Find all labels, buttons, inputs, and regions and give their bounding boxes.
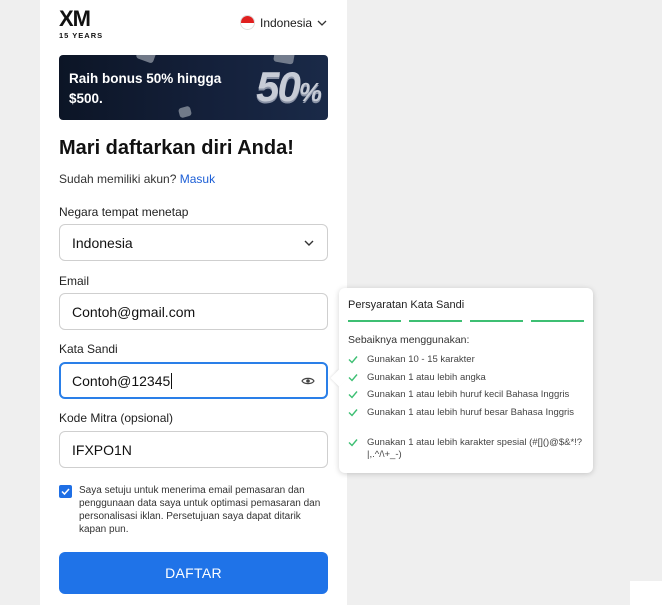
requirement-item: Gunakan 1 atau lebih karakter spesial (#… bbox=[348, 437, 586, 461]
password-requirements-popover: Persyaratan Kata Sandi Sebaiknya menggun… bbox=[330, 288, 593, 473]
email-field[interactable]: Contoh@gmail.com bbox=[59, 293, 328, 330]
strength-bar bbox=[470, 320, 523, 322]
check-icon bbox=[348, 391, 358, 399]
consent-checkbox[interactable] bbox=[59, 485, 72, 498]
login-link[interactable]: Masuk bbox=[180, 172, 215, 186]
consent-text: Saya setuju untuk menerima email pemasar… bbox=[79, 485, 321, 535]
chevron-down-icon bbox=[317, 20, 327, 26]
indonesia-flag-icon bbox=[240, 15, 255, 30]
password-strength-meter bbox=[348, 320, 584, 322]
partner-code-value: IFXPO1N bbox=[72, 441, 132, 458]
login-prompt: Sudah memiliki akun? Masuk bbox=[59, 172, 216, 186]
strength-bar bbox=[531, 320, 584, 322]
requirement-item: Gunakan 1 atau lebih huruf kecil Bahasa … bbox=[348, 389, 586, 401]
page-background-corner bbox=[630, 581, 662, 605]
check-icon bbox=[61, 488, 70, 496]
email-value: Contoh@gmail.com bbox=[72, 303, 196, 320]
partner-code-field[interactable]: IFXPO1N bbox=[59, 431, 328, 468]
language-selector[interactable]: Indonesia bbox=[240, 15, 327, 30]
register-button[interactable]: DAFTAR bbox=[59, 552, 328, 594]
bonus-banner[interactable]: Raih bonus 50% hingga $500. 50% bbox=[59, 55, 328, 120]
popover-title: Persyaratan Kata Sandi bbox=[348, 299, 465, 311]
eye-icon[interactable] bbox=[301, 376, 315, 386]
coin-decoration bbox=[135, 55, 157, 64]
page-title: Mari daftarkan diri Anda! bbox=[59, 137, 294, 159]
strength-bar bbox=[409, 320, 462, 322]
registration-panel: XM 15 YEARS Indonesia Raih bonus 50% hin… bbox=[40, 0, 347, 605]
password-field[interactable]: Contoh@12345 bbox=[59, 362, 328, 399]
banner-text: Raih bonus 50% hingga $500. bbox=[69, 71, 222, 106]
requirement-item: Gunakan 1 atau lebih huruf besar Bahasa … bbox=[348, 407, 586, 419]
logo-anniversary: 15 YEARS bbox=[59, 31, 104, 40]
partner-code-label: Kode Mitra (opsional) bbox=[59, 411, 174, 425]
country-label: Negara tempat menetap bbox=[59, 205, 189, 219]
popover-subtitle: Sebaiknya menggunakan: bbox=[348, 334, 470, 346]
email-label: Email bbox=[59, 274, 90, 288]
text-caret bbox=[171, 372, 173, 389]
check-icon bbox=[348, 439, 358, 447]
password-label: Kata Sandi bbox=[59, 342, 118, 356]
password-value: Contoh@12345 bbox=[72, 372, 171, 389]
logo-mark: XM bbox=[59, 6, 91, 31]
requirement-item: Gunakan 10 - 15 karakter bbox=[348, 354, 586, 366]
check-icon bbox=[348, 409, 358, 417]
xm-logo[interactable]: XM 15 YEARS bbox=[59, 6, 109, 41]
check-icon bbox=[348, 374, 358, 382]
banner-percent: 50% bbox=[256, 63, 322, 110]
strength-bar bbox=[348, 320, 401, 322]
check-icon bbox=[348, 356, 358, 364]
country-value: Indonesia bbox=[72, 234, 133, 251]
chevron-down-icon bbox=[304, 240, 314, 246]
country-select[interactable]: Indonesia bbox=[59, 224, 328, 261]
requirement-item: Gunakan 1 atau lebih angka bbox=[348, 372, 586, 384]
language-label: Indonesia bbox=[260, 15, 313, 30]
